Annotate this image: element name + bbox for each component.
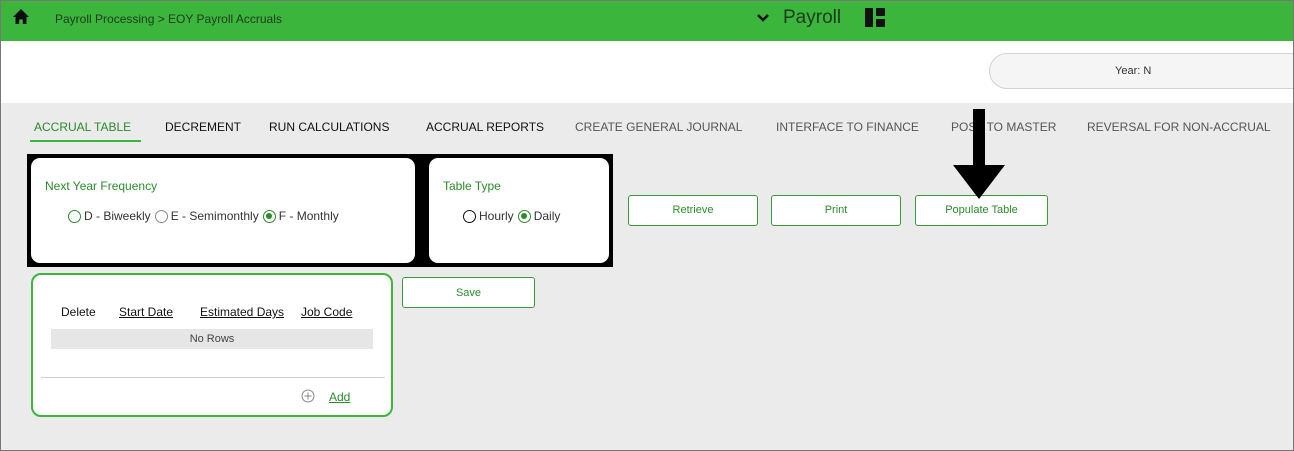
radio-selected-icon xyxy=(262,209,276,223)
radio-hourly-label: Hourly xyxy=(479,209,514,223)
chevron-down-icon[interactable] xyxy=(753,10,773,26)
accrual-table-card: Delete Start Date Estimated Days Job Cod… xyxy=(31,273,393,417)
active-tab-indicator xyxy=(30,140,141,142)
radio-circle-icon xyxy=(154,209,168,223)
frequency-radio-group: D - Biweekly E - Semimonthly F - Monthly xyxy=(68,209,343,223)
table-type-radio-group: Hourly Daily xyxy=(463,209,564,223)
print-button[interactable]: Print xyxy=(771,195,901,226)
arrow-down-icon xyxy=(953,109,1005,199)
grid-icon[interactable] xyxy=(865,8,885,27)
tab-bar: ACCRUAL TABLE DECREMENT RUN CALCULATIONS… xyxy=(1,120,1293,142)
main-content: ACCRUAL TABLE DECREMENT RUN CALCULATIONS… xyxy=(1,103,1293,450)
radio-semimonthly-label: E - Semimonthly xyxy=(170,209,259,223)
next-year-frequency-panel: Next Year Frequency D - Biweekly E - Sem… xyxy=(31,158,415,263)
table-type-title: Table Type xyxy=(443,179,501,193)
tab-create-general-journal[interactable]: CREATE GENERAL JOURNAL xyxy=(575,120,742,134)
tab-accrual-reports[interactable]: ACCRUAL REPORTS xyxy=(426,120,544,134)
radio-daily-label: Daily xyxy=(533,209,561,223)
radio-monthly-label: F - Monthly xyxy=(278,209,339,223)
next-year-frequency-title: Next Year Frequency xyxy=(45,179,158,193)
radio-circle-icon xyxy=(68,209,81,223)
column-header-start-date[interactable]: Start Date xyxy=(119,305,173,319)
radio-biweekly[interactable]: D - Biweekly xyxy=(68,209,151,223)
radio-biweekly-label: D - Biweekly xyxy=(84,209,151,223)
add-row-link[interactable]: Add xyxy=(329,390,350,404)
radio-daily[interactable]: Daily xyxy=(517,209,561,223)
app-frame: Payroll Processing > EOY Payroll Accrual… xyxy=(0,0,1294,451)
tab-reversal-for-non-accrual[interactable]: REVERSAL FOR NON-ACCRUAL xyxy=(1087,120,1271,134)
highlight-box: Next Year Frequency D - Biweekly E - Sem… xyxy=(27,154,613,267)
retrieve-button[interactable]: Retrieve xyxy=(628,195,758,226)
radio-selected-icon xyxy=(517,209,531,223)
populate-table-button[interactable]: Populate Table xyxy=(915,195,1048,226)
year-label: Year: N xyxy=(1115,65,1152,77)
radio-circle-icon xyxy=(463,209,476,223)
radio-monthly[interactable]: F - Monthly xyxy=(262,209,339,223)
home-icon[interactable] xyxy=(12,8,30,26)
tab-interface-to-finance[interactable]: INTERFACE TO FINANCE xyxy=(776,120,919,134)
radio-semimonthly[interactable]: E - Semimonthly xyxy=(154,209,259,223)
module-title[interactable]: Payroll xyxy=(783,7,841,29)
empty-table-message: No Rows xyxy=(51,329,373,349)
divider xyxy=(41,377,385,378)
column-header-delete: Delete xyxy=(61,305,96,319)
year-bar: Year: N xyxy=(1,41,1293,103)
top-bar: Payroll Processing > EOY Payroll Accrual… xyxy=(1,1,1293,41)
tab-run-calculations[interactable]: RUN CALCULATIONS xyxy=(269,120,389,134)
plus-circle-icon[interactable] xyxy=(301,389,315,403)
tab-accrual-table[interactable]: ACCRUAL TABLE xyxy=(34,120,131,134)
year-selector[interactable]: Year: N xyxy=(989,53,1293,89)
table-type-panel: Table Type Hourly Daily xyxy=(429,158,609,263)
radio-hourly[interactable]: Hourly xyxy=(463,209,514,223)
tab-decrement[interactable]: DECREMENT xyxy=(165,120,241,134)
breadcrumb[interactable]: Payroll Processing > EOY Payroll Accrual… xyxy=(55,12,282,26)
save-button[interactable]: Save xyxy=(402,277,535,308)
column-header-job-code[interactable]: Job Code xyxy=(301,305,352,319)
column-header-estimated-days[interactable]: Estimated Days xyxy=(200,305,284,319)
